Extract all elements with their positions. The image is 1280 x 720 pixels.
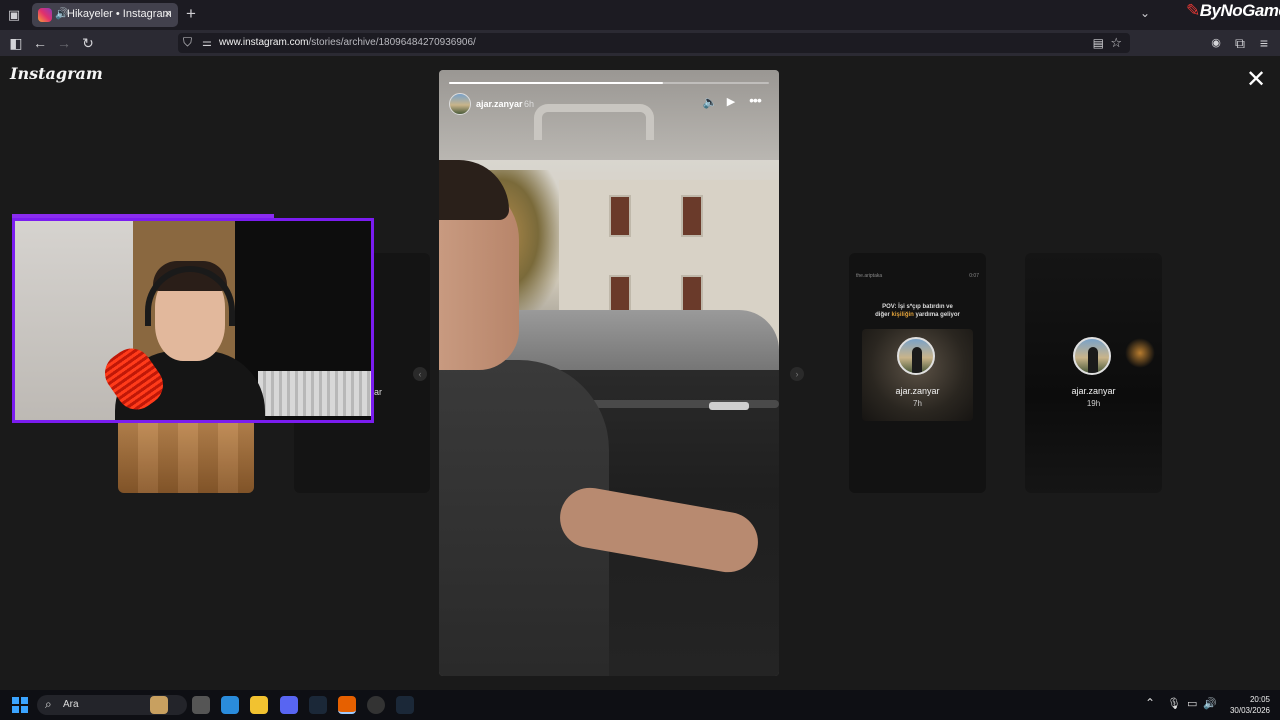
avatar[interactable] [449,93,471,115]
next-story-chevron-icon[interactable]: › [790,367,804,381]
url-text: www.instagram.com/stories/archive/180964… [219,37,476,48]
browser-tab-bar: ▣ 🔊 Hikayeler • Instagram × + ⌄ ✎ByNoGam… [0,0,1280,30]
story-username[interactable]: ajar.zanyar [476,99,523,109]
story-preview-label: ar [374,387,383,397]
webcam-overlay [12,218,374,423]
star-icon[interactable]: ☆ [1110,35,1122,51]
tabs-icon[interactable]: ▣ [6,7,22,23]
story-preview-username: ajar.zanyar [895,386,940,396]
volume-icon[interactable]: 🔈 [702,95,718,109]
brand-overlay: ✎ByNoGame [1186,1,1280,20]
taskbar-app-widget-icon[interactable] [150,696,168,714]
browser-tab[interactable]: 🔊 Hikayeler • Instagram × [32,3,178,27]
story-preview-username: ajar.zanyar [1071,386,1116,396]
story-image-door-handle [709,402,749,410]
play-icon[interactable]: ▶ [724,95,738,108]
story-preview-time: 19h [1086,399,1101,408]
back-icon[interactable]: ← [32,35,48,51]
story-progress-bar [449,82,769,84]
shield-icon[interactable]: ⛉ [183,35,192,50]
chevron-down-icon[interactable]: ⌄ [1140,6,1150,20]
tray-chevron-up-icon[interactable]: ⌃ [1145,696,1155,710]
browser-nav-bar: ◧ ← → ↻ ⛉ ⚌ www.instagram.com/stories/ar… [0,30,1280,56]
tab-title: Hikayeler • Instagram [67,8,172,20]
menu-icon[interactable]: ≡ [1256,35,1272,51]
building-window [609,195,631,237]
reload-icon[interactable]: ↻ [80,35,96,51]
volume-tray-icon[interactable]: 🔊 [1203,697,1217,710]
floor-image [118,418,254,493]
forward-icon[interactable]: → [56,35,72,51]
taskbar-app-copilot-icon[interactable] [221,696,239,714]
extensions-icon[interactable]: ⧉ [1232,35,1248,51]
clock-date: 30/03/2026 [1229,706,1270,715]
story-preview-right-2[interactable]: ajar.zanyar 19h [1025,253,1162,493]
clock-time: 20:05 [1249,695,1270,704]
taskbar-app-firefox-icon[interactable] [338,696,356,714]
story-preview-time: 7h [913,399,922,408]
taskbar-app-explorer-icon[interactable] [250,696,268,714]
active-story[interactable]: ajar.zanyar 6h 🔈 ▶ ••• [439,70,779,676]
story-progress-fill [449,82,664,84]
avatar [897,337,935,375]
account-icon[interactable]: ◉ [1208,35,1224,51]
close-tab-icon[interactable]: × [164,6,172,21]
taskbar-search-placeholder: Ara [63,699,79,710]
close-icon[interactable]: ✕ [1244,68,1268,92]
instagram-favicon-icon [38,8,52,22]
building-window [681,195,703,237]
more-icon[interactable]: ••• [745,92,765,108]
taskbar-app-taskview-icon[interactable] [192,696,210,714]
sidebar-icon[interactable]: ◧ [8,35,24,51]
windows-taskbar: ⌕ Ara ⌃ 🎙 ▭ 🔊 20:05 30/03/2026 [0,690,1280,720]
url-bar[interactable]: ⛉ ⚌ www.instagram.com/stories/archive/18… [178,33,1130,53]
story-preview-header-duration: 0:07 [969,273,979,279]
taskbar-clock[interactable]: 20:05 30/03/2026 [1224,694,1270,716]
story-timestamp: 6h [524,99,535,109]
story-preview-left-1[interactable] [118,418,254,493]
permissions-icon[interactable]: ⚌ [202,36,212,49]
story-preview-light [1125,338,1155,368]
windows-icon[interactable] [12,697,28,713]
story-preview-caption: POV: İşi s*çıp batırdın ve diğer kişiliğ… [875,304,960,318]
search-icon: ⌕ [45,697,52,711]
new-tab-plus-icon[interactable]: + [186,4,196,24]
story-image-grab-handle [534,104,654,140]
taskbar-app-steam-icon[interactable] [309,696,327,714]
network-icon[interactable]: ▭ [1187,697,1197,710]
avatar [1073,337,1111,375]
instagram-logo[interactable]: Instagram [10,64,103,83]
previous-story-chevron-icon[interactable]: ‹ [413,367,427,381]
taskbar-app-discord-icon[interactable] [280,696,298,714]
microphone-tray-icon[interactable]: 🎙 [1167,697,1181,710]
story-preview-right-1[interactable]: the.ariptaka 0:07 POV: İşi s*çıp batırdı… [849,253,986,493]
taskbar-app-obs-icon[interactable] [367,696,385,714]
webcam-radiator [258,371,371,416]
taskbar-app-steam2-icon[interactable] [396,696,414,714]
reader-icon[interactable]: ▤ [1093,36,1104,50]
story-preview-header-account: the.ariptaka [856,273,883,279]
